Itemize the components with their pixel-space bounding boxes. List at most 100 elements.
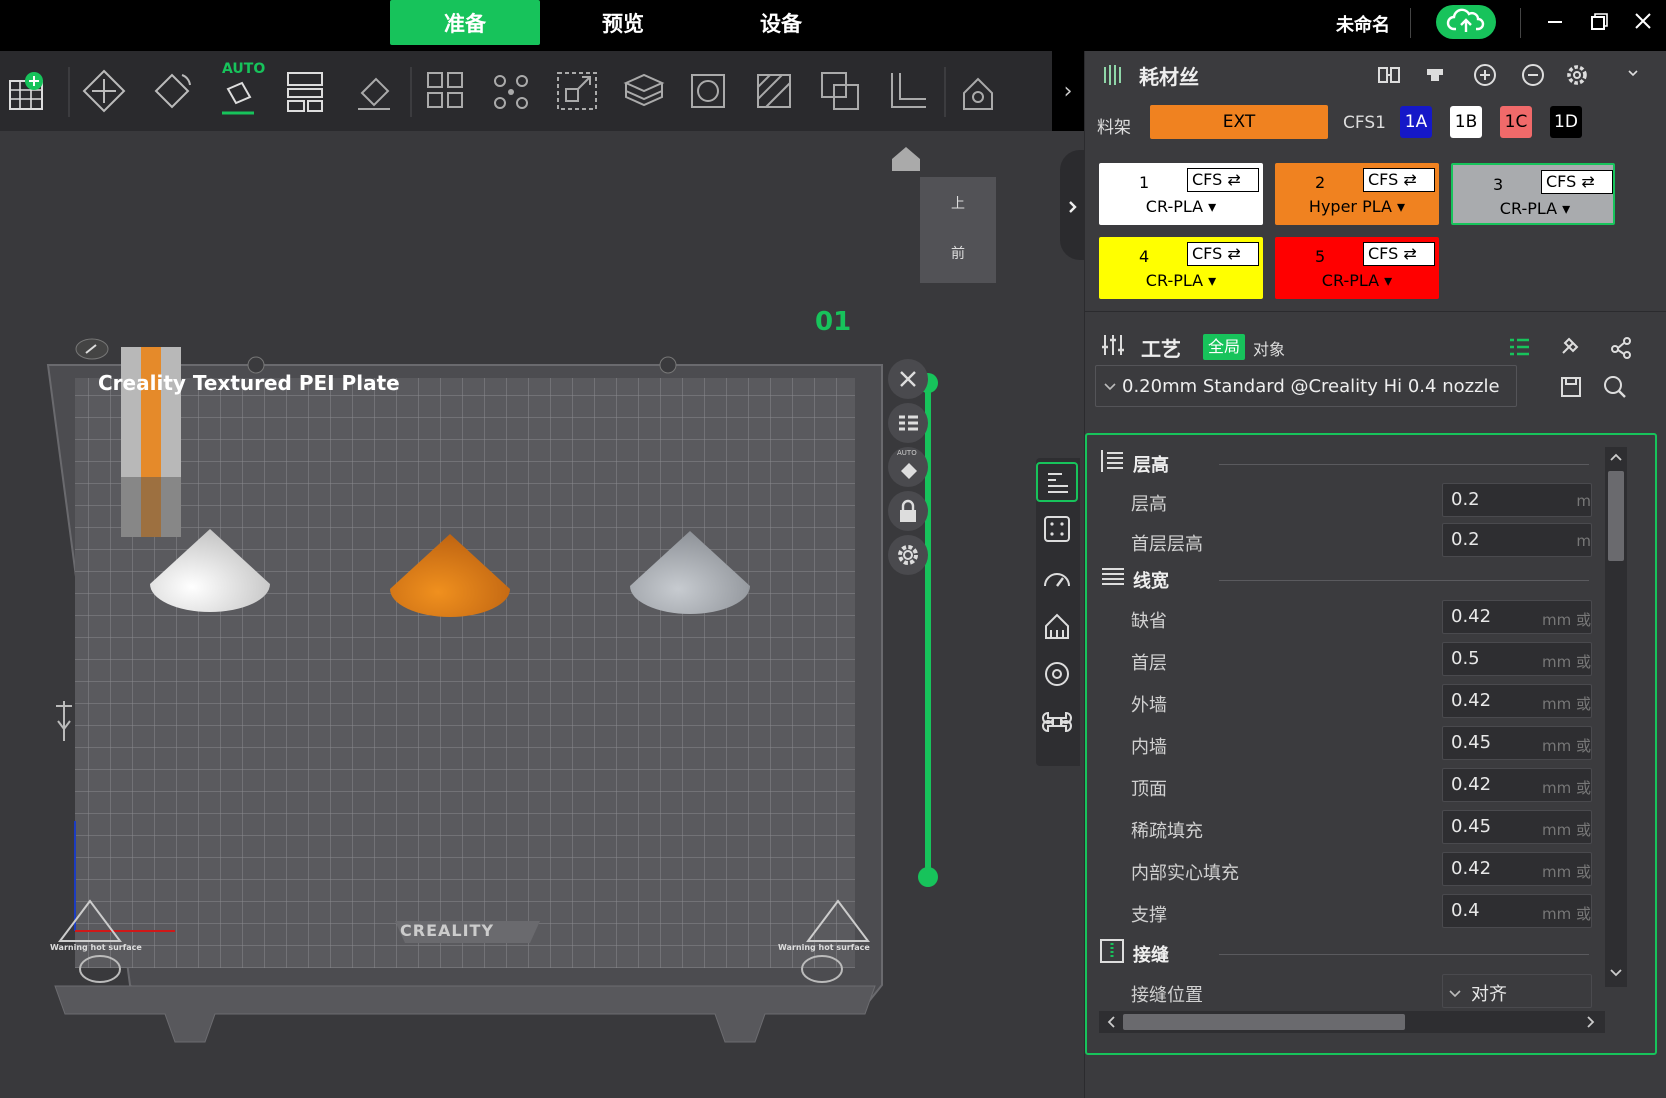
add-icon[interactable] [1471,61,1499,89]
hollow-icon[interactable] [680,63,740,119]
arrange-plate-button[interactable] [888,403,928,443]
tune-icon[interactable] [1555,333,1583,361]
view-top-label[interactable]: 上 [920,193,996,213]
lock-icon [900,499,916,522]
filament-card-5[interactable]: 5 CFS ⇄ CR-PLA ▾ [1275,237,1439,299]
setting-input[interactable]: 0.45 mm 或 [1442,726,1592,760]
paint-icon[interactable] [746,63,806,119]
cloud-upload-button[interactable] [1436,5,1496,39]
material-dropdown[interactable]: CR-PLA ▾ [1275,271,1439,290]
tab-device[interactable]: 设备 [706,0,856,45]
scrollbar-thumb[interactable] [1123,1014,1405,1030]
split-objects-icon[interactable] [416,63,476,119]
delete-plate-button[interactable] [888,359,928,399]
view-cube[interactable]: 上 前 [920,177,996,283]
orient-icon[interactable] [142,63,202,119]
ext-button[interactable]: EXT [1150,105,1328,139]
scroll-left-icon[interactable] [1103,1014,1119,1030]
3d-viewport[interactable]: Creality Textured PEI Plate 01 CREALITY … [0,131,1084,1098]
cfs-selector[interactable]: CFS ⇄ [1187,242,1259,266]
tab-strength-icon[interactable] [1036,510,1078,550]
project-title[interactable]: 未命名 [1336,11,1390,37]
setting-value: 0.5 [1451,648,1480,669]
cut-icon[interactable] [614,63,674,119]
plate-number[interactable]: 01 [815,307,851,337]
nozzle-icon[interactable] [1423,61,1451,89]
setting-input[interactable]: 0.42 mm 或 [1442,768,1592,802]
slot-1b[interactable]: 1B [1450,106,1482,138]
cfs-selector[interactable]: CFS ⇄ [1363,168,1435,192]
cfs-selector[interactable]: CFS ⇄ [1187,168,1259,192]
scale-icon[interactable] [548,63,608,119]
filament-card-1[interactable]: 1 CFS ⇄ CR-PLA ▾ [1099,163,1263,225]
preset-dropdown[interactable]: 0.20mm Standard @Creality Hi 0.4 nozzle [1095,365,1517,407]
support-paint-icon[interactable] [950,63,1010,119]
toolbar-collapse-button[interactable]: › [1052,51,1084,131]
lock-plate-button[interactable] [888,491,928,531]
panel-collapse-handle[interactable] [1060,150,1084,260]
setting-input[interactable]: 0.42 mm 或 [1442,684,1592,718]
setting-input[interactable]: 0.2 m [1442,483,1592,517]
maximize-icon[interactable] [1584,8,1614,36]
filament-card-3[interactable]: 3 CFS ⇄ CR-PLA ▾ [1451,163,1615,225]
setting-input[interactable]: 0.42 mm 或 [1442,852,1592,886]
setting-input[interactable]: 0.2 m [1442,523,1592,557]
save-icon[interactable] [1557,373,1585,401]
gear-icon[interactable] [1563,61,1591,89]
setting-input[interactable]: 0.5 mm 或 [1442,642,1592,676]
sync-icon[interactable] [1375,61,1403,89]
search-icon[interactable] [1601,373,1629,401]
filament-header: 耗材丝 [1085,51,1666,99]
material-dropdown[interactable]: CR-PLA ▾ [1099,271,1263,290]
settings-list-icon[interactable] [1505,333,1533,361]
boolean-icon[interactable] [812,63,872,119]
remove-icon[interactable] [1519,61,1547,89]
tab-others-icon[interactable] [1036,702,1078,742]
tab-speed-icon[interactable] [1036,558,1078,598]
chevron-down-icon[interactable] [1619,61,1647,89]
auto-orient-button[interactable]: AUTO [208,61,268,119]
global-toggle[interactable]: 全局 [1203,334,1246,360]
view-front-label[interactable]: 前 [920,243,996,263]
setting-input[interactable]: 0.4 mm 或 [1442,894,1592,928]
auto-orient-plate-button[interactable]: AUTO [888,447,928,487]
tab-multimaterial-icon[interactable] [1036,654,1078,694]
split-parts-icon[interactable] [482,63,542,119]
preset-name: 0.20mm Standard @Creality Hi 0.4 nozzle [1122,376,1500,397]
material-dropdown[interactable]: Hyper PLA ▾ [1275,197,1439,216]
lay-on-face-icon[interactable] [344,63,404,119]
seam-position-dropdown[interactable]: 对齐 [1442,974,1592,1008]
measure-icon[interactable] [878,63,938,119]
minimize-icon[interactable] [1540,8,1570,36]
tab-prepare[interactable]: 准备 [390,0,540,45]
close-icon[interactable] [1628,8,1658,36]
cfs-selector[interactable]: CFS ⇄ [1363,242,1435,266]
arrange-icon[interactable] [74,63,134,119]
vertical-scrollbar[interactable] [1605,447,1627,987]
filament-card-4[interactable]: 4 CFS ⇄ CR-PLA ▾ [1099,237,1263,299]
setting-input[interactable]: 0.45 mm 或 [1442,810,1592,844]
slot-1c[interactable]: 1C [1500,106,1532,138]
scrollbar-thumb[interactable] [1608,471,1624,561]
tab-preview[interactable]: 预览 [548,0,698,45]
scroll-right-icon[interactable] [1583,1014,1599,1030]
tab-support-icon[interactable] [1036,606,1078,646]
scroll-up-icon[interactable] [1608,449,1624,465]
material-dropdown[interactable]: CR-PLA ▾ [1453,199,1617,218]
slot-1a[interactable]: 1A [1400,106,1432,138]
material-dropdown[interactable]: CR-PLA ▾ [1099,197,1263,216]
setting-input[interactable]: 0.42 mm 或 [1442,600,1592,634]
scroll-down-icon[interactable] [1608,965,1624,981]
setting-row: 稀疏填充 0.45 mm 或 [1087,808,1597,848]
tab-quality-icon[interactable] [1036,462,1078,502]
process-title: 工艺 [1141,337,1181,361]
cfs-selector[interactable]: CFS ⇄ [1541,170,1613,194]
slot-1d[interactable]: 1D [1550,106,1582,138]
horizontal-scrollbar[interactable] [1099,1011,1605,1033]
share-icon[interactable] [1607,333,1635,361]
object-toggle[interactable]: 对象 [1253,336,1285,360]
add-plate-icon[interactable] [2,63,62,119]
layout-icon[interactable] [276,63,336,119]
filament-card-2[interactable]: 2 CFS ⇄ Hyper PLA ▾ [1275,163,1439,225]
plate-settings-button[interactable] [888,535,928,575]
